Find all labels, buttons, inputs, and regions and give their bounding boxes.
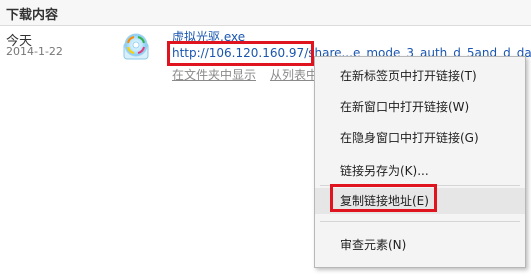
menu-inspect-element[interactable]: 审查元素(N) <box>315 232 525 258</box>
context-menu: 在新标签页中打开链接(T) 在新窗口中打开链接(W) 在隐身窗口中打开链接(G)… <box>314 56 526 268</box>
url-highlight-box <box>167 41 314 66</box>
downloads-title: 下载内容 <box>6 8 59 23</box>
menu-open-in-new-window[interactable]: 在新窗口中打开链接(W) <box>315 94 525 120</box>
installer-disc-icon <box>120 31 152 63</box>
show-in-folder-link[interactable]: 在文件夹中显示 <box>172 66 256 83</box>
menu-open-in-new-tab[interactable]: 在新标签页中打开链接(T) <box>315 63 525 89</box>
download-date: 2014-1-22 <box>6 45 63 58</box>
menu-open-in-incognito[interactable]: 在隐身窗口中打开链接(G) <box>315 125 525 151</box>
menu-separator <box>320 221 520 222</box>
copy-link-highlight-box <box>330 184 437 212</box>
downloads-header: 下载内容 <box>0 0 531 26</box>
menu-save-link-as[interactable]: 链接另存为(K)... <box>315 158 525 184</box>
